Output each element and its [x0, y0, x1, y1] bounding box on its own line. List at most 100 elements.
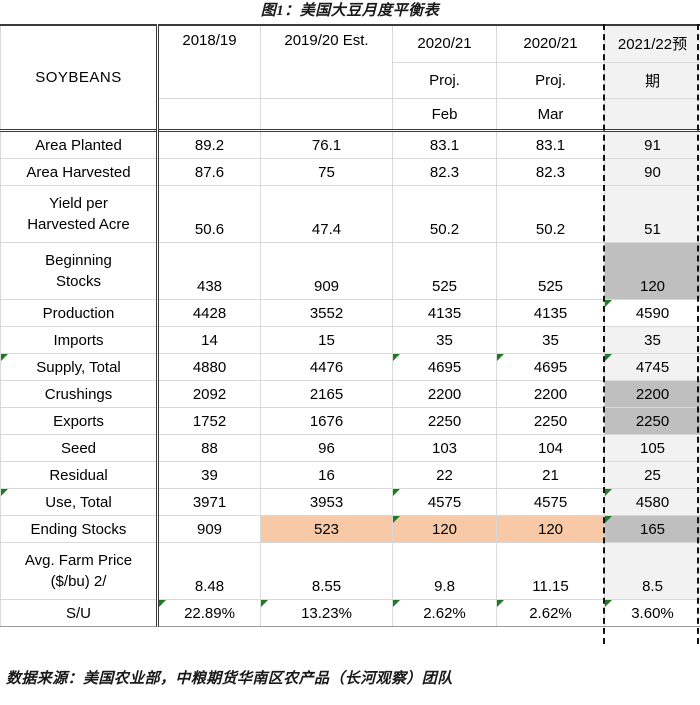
header-col-2020-21-mar-proj: Proj. — [496, 61, 605, 100]
cell-seed-2018-19: 88 — [157, 434, 261, 462]
cell-area-harvested-2019-20: 75 — [260, 158, 393, 186]
cell-residual-2019-20: 16 — [260, 461, 393, 489]
cell-avg-farm-price-2020-21-feb: 9.8 — [392, 542, 497, 600]
cell-residual-2018-19: 39 — [157, 461, 261, 489]
cell-avg-farm-price-2018-19: 8.48 — [157, 542, 261, 600]
cell-seed-2019-20: 96 — [260, 434, 393, 462]
cell-supply-total-2020-21-feb: 4695 — [392, 353, 497, 381]
cell-imports-2021-22: 35 — [604, 326, 700, 354]
table-row: Avg. Farm Price ($/bu) 2/ 8.48 8.55 9.8 … — [0, 542, 700, 600]
cell-yield-2018-19: 50.6 — [157, 185, 261, 243]
cell-yield-2021-22: 51 — [604, 185, 700, 243]
source-note: 数据来源：美国农业部，中粮期货华南区农产品（长河观察）团队 — [6, 671, 453, 687]
row-label-crushings: Crushings — [0, 380, 159, 408]
table-row: Beginning Stocks 438 909 525 525 120 — [0, 242, 700, 300]
cell-ending-stocks-2020-21-mar: 120 — [496, 515, 605, 543]
header-col-2020-21-mar-year: 2020/21 — [496, 23, 605, 63]
cell-supply-total-2019-20: 4476 — [260, 353, 393, 381]
cell-area-harvested-2018-19: 87.6 — [157, 158, 261, 186]
header-col-2018-19: 2018/19 — [157, 24, 261, 99]
row-label-ending-stocks: Ending Stocks — [0, 515, 159, 543]
row-label-production: Production — [0, 299, 159, 327]
cell-area-harvested-2020-21-mar: 82.3 — [496, 158, 605, 186]
cell-avg-farm-price-2021-22: 8.5 — [604, 542, 700, 600]
row-label-area-planted: Area Planted — [0, 129, 159, 159]
header-month-blank-3 — [604, 98, 700, 132]
cell-production-2021-22: 4590 — [604, 299, 700, 327]
cell-imports-2019-20: 15 — [260, 326, 393, 354]
cell-crushings-2021-22: 2200 — [604, 380, 700, 408]
table-header: SOYBEANS 2018/19 2019/20 Est. 2020/21 20… — [0, 23, 700, 132]
row-label-area-harvested: Area Harvested — [0, 158, 159, 186]
header-month-blank-2 — [260, 98, 393, 132]
cell-crushings-2019-20: 2165 — [260, 380, 393, 408]
row-label-use-total: Use, Total — [0, 488, 159, 516]
cell-ending-stocks-2019-20: 523 — [260, 515, 393, 543]
row-label-residual: Residual — [0, 461, 159, 489]
table-row: Ending Stocks 909 523 120 120 165 — [0, 515, 700, 543]
cell-yield-2020-21-mar: 50.2 — [496, 185, 605, 243]
row-label-exports: Exports — [0, 407, 159, 435]
cell-beginning-stocks-2020-21-mar: 525 — [496, 242, 605, 300]
cell-area-planted-2019-20: 76.1 — [260, 129, 393, 159]
cell-stocks-to-use-2021-22: 3.60% — [604, 599, 700, 627]
cell-exports-2021-22: 2250 — [604, 407, 700, 435]
cell-exports-2020-21-mar: 2250 — [496, 407, 605, 435]
table-body: Area Planted 89.2 76.1 83.1 83.1 91 Area… — [0, 129, 700, 627]
cell-yield-2019-20: 47.4 — [260, 185, 393, 243]
cell-imports-2018-19: 14 — [157, 326, 261, 354]
table-row: Supply, Total 4880 4476 4695 4695 4745 — [0, 353, 700, 381]
cell-beginning-stocks-2021-22: 120 — [604, 242, 700, 300]
table-row: Area Harvested 87.6 75 82.3 82.3 90 — [0, 158, 700, 186]
cell-area-planted-2018-19: 89.2 — [157, 129, 261, 159]
cell-beginning-stocks-2018-19: 438 — [157, 242, 261, 300]
cell-supply-total-2021-22: 4745 — [604, 353, 700, 381]
cell-avg-farm-price-2019-20: 8.55 — [260, 542, 393, 600]
row-label-imports: Imports — [0, 326, 159, 354]
cell-exports-2020-21-feb: 2250 — [392, 407, 497, 435]
header-corner-label: SOYBEANS — [0, 24, 159, 131]
header-month-mar: Mar — [496, 98, 605, 132]
cell-beginning-stocks-2020-21-feb: 525 — [392, 242, 497, 300]
cell-use-total-2021-22: 4580 — [604, 488, 700, 516]
table-row: S/U 22.89% 13.23% 2.62% 2.62% 3.60% — [0, 599, 700, 627]
cell-seed-2020-21-mar: 104 — [496, 434, 605, 462]
table-row: Imports 14 15 35 35 35 — [0, 326, 700, 354]
cell-ending-stocks-2018-19: 909 — [157, 515, 261, 543]
cell-crushings-2020-21-mar: 2200 — [496, 380, 605, 408]
balance-sheet-table-container: SOYBEANS 2018/19 2019/20 Est. 2020/21 20… — [0, 23, 700, 664]
header-col-2021-22-proj-line2: 期 — [604, 61, 700, 100]
table-row: Exports 1752 1676 2250 2250 2250 — [0, 407, 700, 435]
cell-area-harvested-2021-22: 90 — [604, 158, 700, 186]
cell-stocks-to-use-2018-19: 22.89% — [157, 599, 261, 627]
cell-area-planted-2020-21-feb: 83.1 — [392, 129, 497, 159]
header-col-2019-20-est: 2019/20 Est. — [260, 24, 393, 99]
cell-seed-2021-22: 105 — [604, 434, 700, 462]
cell-use-total-2020-21-feb: 4575 — [392, 488, 497, 516]
cell-area-planted-2021-22: 91 — [604, 129, 700, 159]
cell-stocks-to-use-2020-21-feb: 2.62% — [392, 599, 497, 627]
cell-production-2019-20: 3552 — [260, 299, 393, 327]
cell-residual-2021-22: 25 — [604, 461, 700, 489]
cell-use-total-2020-21-mar: 4575 — [496, 488, 605, 516]
soybeans-balance-sheet-table: SOYBEANS 2018/19 2019/20 Est. 2020/21 20… — [0, 23, 700, 627]
header-row-primary: SOYBEANS 2018/19 2019/20 Est. 2020/21 20… — [0, 23, 700, 131]
row-label-beginning-stocks: Beginning Stocks — [0, 242, 159, 300]
table-row: Crushings 2092 2165 2200 2200 2200 — [0, 380, 700, 408]
cell-use-total-2018-19: 3971 — [157, 488, 261, 516]
cell-beginning-stocks-2019-20: 909 — [260, 242, 393, 300]
header-month-blank-1 — [157, 98, 261, 132]
cell-crushings-2020-21-feb: 2200 — [392, 380, 497, 408]
page-title: 图1：美国大豆月度平衡表 — [260, 3, 440, 19]
header-col-2020-21-feb-year: 2020/21 — [392, 23, 497, 63]
cell-supply-total-2020-21-mar: 4695 — [496, 353, 605, 381]
row-label-supply-total: Supply, Total — [0, 353, 159, 381]
cell-production-2020-21-feb: 4135 — [392, 299, 497, 327]
cell-avg-farm-price-2020-21-mar: 11.15 — [496, 542, 605, 600]
header-col-2020-21-feb-proj: Proj. — [392, 61, 497, 100]
cell-production-2020-21-mar: 4135 — [496, 299, 605, 327]
row-label-stocks-to-use: S/U — [0, 599, 159, 627]
table-row: Use, Total 3971 3953 4575 4575 4580 — [0, 488, 700, 516]
cell-seed-2020-21-feb: 103 — [392, 434, 497, 462]
cell-ending-stocks-2020-21-feb: 120 — [392, 515, 497, 543]
